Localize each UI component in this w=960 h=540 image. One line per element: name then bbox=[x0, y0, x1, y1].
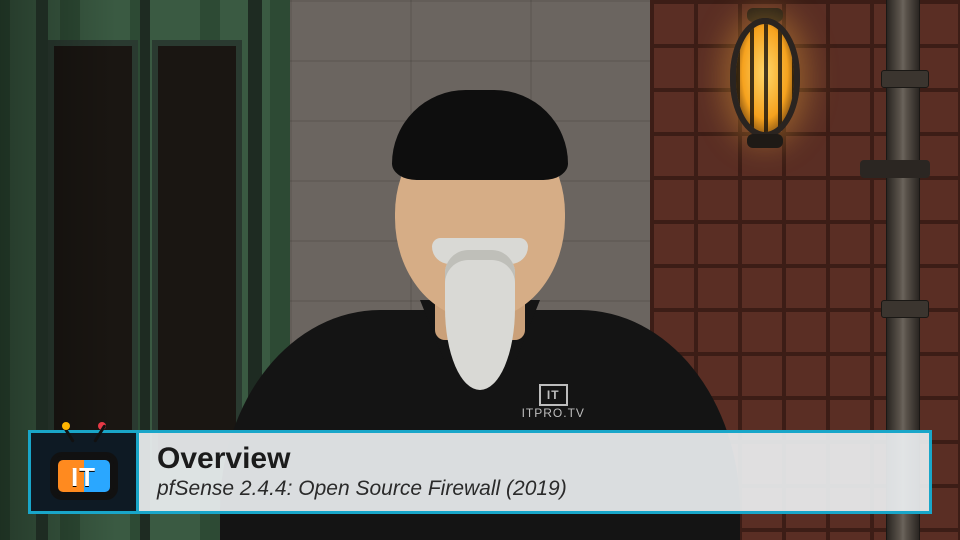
lower-third: IT Overview pfSense 2.4.4: Open Source F… bbox=[28, 430, 932, 514]
video-frame: IT ITPRO.TV IT Overview pfSense 2.4.4: O… bbox=[0, 0, 960, 540]
segment-title: Overview bbox=[157, 443, 567, 475]
segment-subtitle: pfSense 2.4.4: Open Source Firewall (201… bbox=[157, 477, 567, 501]
channel-badge: IT bbox=[31, 433, 139, 511]
door-pane bbox=[48, 40, 138, 460]
lower-third-text: Overview pfSense 2.4.4: Open Source Fire… bbox=[139, 435, 585, 509]
pipe-bracket bbox=[860, 160, 930, 178]
wall-lamp bbox=[730, 18, 800, 138]
itpro-logo-icon: IT bbox=[48, 442, 120, 502]
shirt-logo: IT ITPRO.TV bbox=[522, 384, 585, 420]
shirt-logo-text: IT bbox=[539, 384, 568, 406]
shirt-logo-sub: ITPRO.TV bbox=[522, 406, 585, 420]
logo-text: IT bbox=[48, 462, 120, 493]
